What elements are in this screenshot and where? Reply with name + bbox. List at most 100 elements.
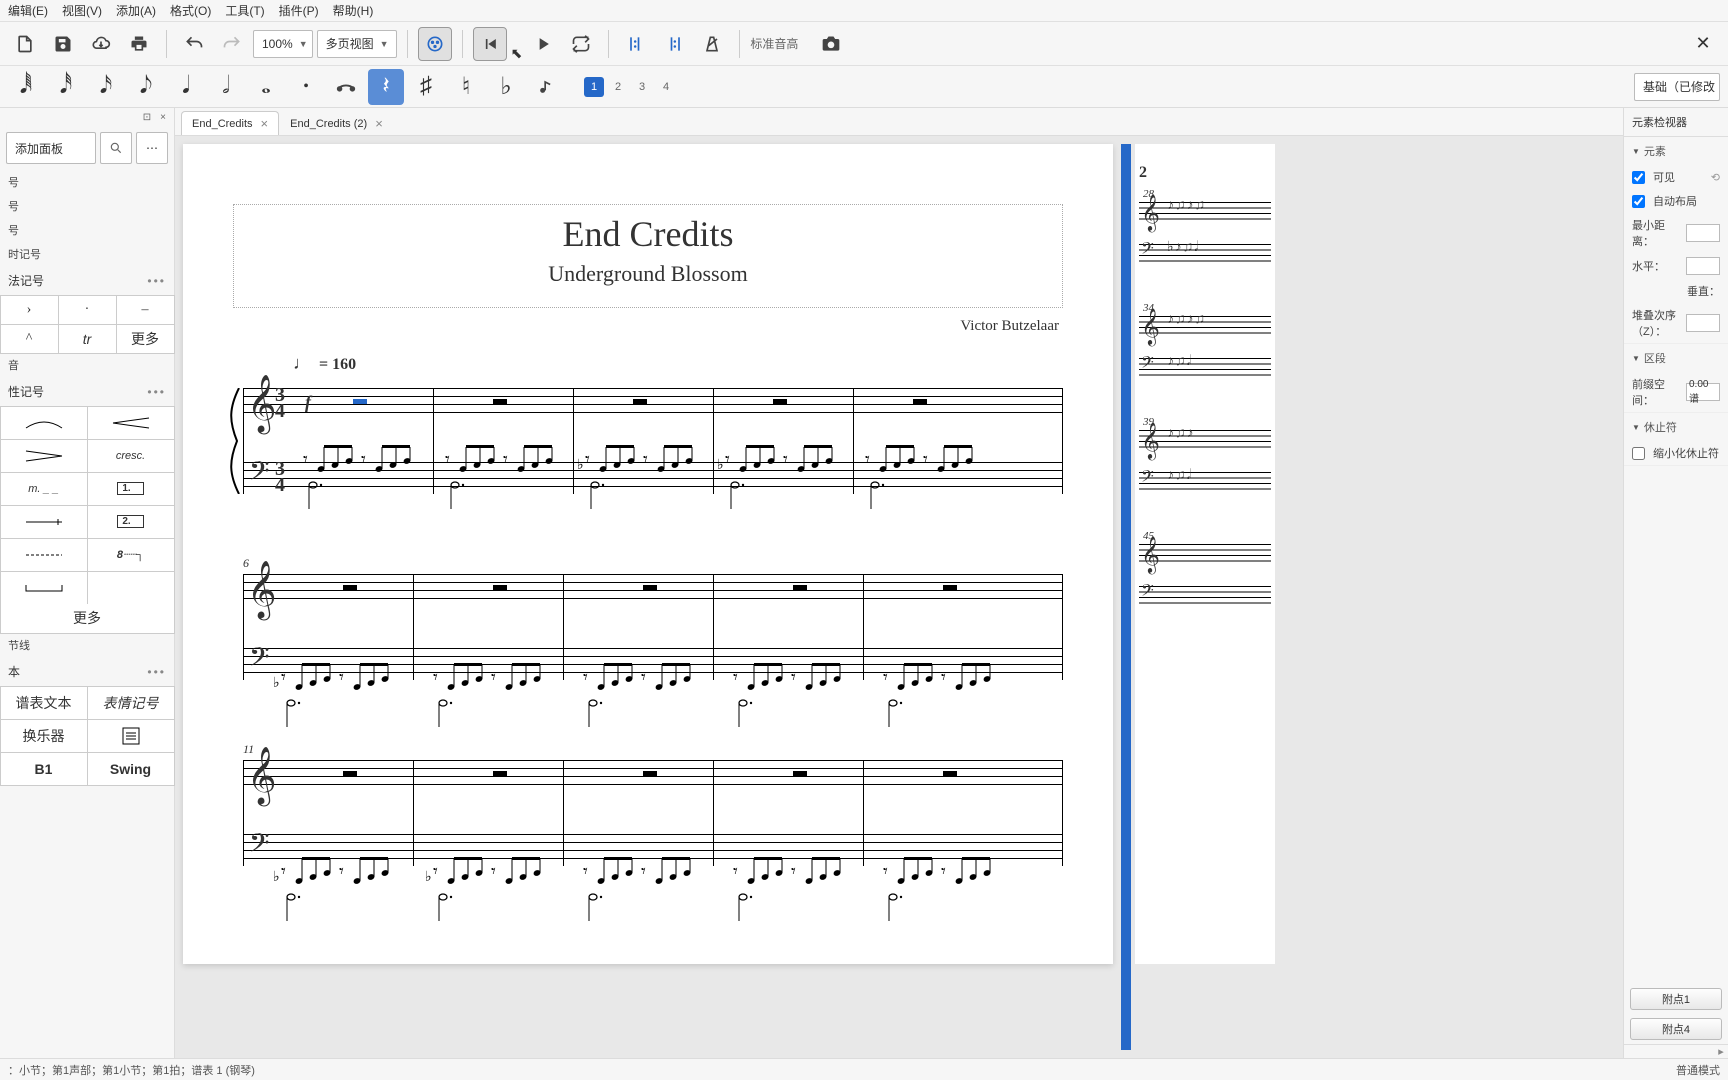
voice-1-button[interactable]: 1 (584, 77, 604, 97)
note-quarter-button[interactable]: 𝅘𝅥 (168, 69, 204, 105)
visible-checkbox[interactable] (1632, 171, 1645, 184)
voice-3-button[interactable]: 3 (632, 77, 652, 97)
search-palette-button[interactable] (100, 132, 132, 164)
cresc-hairpin-cell[interactable] (87, 406, 175, 440)
tenuto-cell[interactable]: – (116, 295, 175, 325)
scroll-right-icon[interactable]: ▸ (1714, 1045, 1728, 1058)
reset-icon[interactable]: ⟲ (1711, 171, 1720, 184)
note-dot-button[interactable]: • (288, 69, 324, 105)
whole-rest[interactable] (633, 399, 647, 404)
save-button[interactable] (46, 27, 80, 61)
palette-barlines[interactable]: 节线 (0, 633, 174, 657)
whole-rest[interactable] (493, 399, 507, 404)
flip-button[interactable] (528, 69, 564, 105)
staff-system-3[interactable]: 11 𝄞 𝄢 (243, 760, 1063, 866)
zorder-field[interactable] (1686, 314, 1720, 332)
instr-change-cell[interactable]: 换乐器 (0, 719, 88, 753)
natural-button[interactable]: ♮ (448, 69, 484, 105)
title-frame[interactable]: End Credits Underground Blossom (233, 204, 1063, 308)
note-8th-button[interactable]: 𝅘𝅥𝅮 (128, 69, 164, 105)
voice-4-button[interactable]: 4 (656, 77, 676, 97)
score-subtitle[interactable]: Underground Blossom (254, 261, 1042, 287)
auto-layout-checkbox[interactable] (1632, 195, 1645, 208)
palette-text[interactable]: 本 (8, 663, 20, 680)
whole-rest[interactable] (913, 399, 927, 404)
dim-text-cell[interactable]: m. _ _ (0, 472, 88, 506)
inspector-rest-section[interactable]: 休止符 (1624, 413, 1728, 441)
dynamic-forte[interactable]: f (305, 392, 311, 413)
print-button[interactable] (122, 27, 156, 61)
cloud-button[interactable] (84, 27, 118, 61)
more-icon[interactable]: ••• (147, 274, 166, 288)
tab-end-credits[interactable]: End_Credits× (181, 111, 279, 135)
dock-icon[interactable]: ⊡ (140, 110, 154, 124)
rewind-button[interactable] (473, 27, 507, 61)
concert-pitch-label[interactable]: 标准音高 (750, 35, 798, 52)
inspector-segment-section[interactable]: 区段 (1624, 344, 1728, 372)
expression-cell[interactable]: 表情记号 (87, 686, 175, 720)
menu-format[interactable]: 格式(O) (170, 2, 211, 19)
zoom-combo[interactable]: 100%▼ (253, 30, 313, 58)
blank-cell[interactable] (87, 571, 175, 605)
close-panel-button[interactable]: ✕ (1686, 27, 1720, 61)
tie-button[interactable] (328, 69, 364, 105)
attach4-button[interactable]: 附点4 (1630, 1018, 1722, 1040)
menu-view[interactable]: 视图(V) (62, 2, 102, 19)
attach1-button[interactable]: 附点1 (1630, 988, 1722, 1010)
line-cell[interactable] (0, 505, 88, 539)
staccato-cell[interactable]: · (58, 295, 117, 325)
slur-cell[interactable] (0, 406, 88, 440)
note-32nd-button[interactable]: 𝅘𝅥𝅰 (48, 69, 84, 105)
menu-plugins[interactable]: 插件(P) (279, 2, 319, 19)
palette-lines[interactable]: 性记号 (8, 383, 44, 400)
palette-tempo[interactable]: 时记号 (0, 242, 174, 266)
marcato-cell[interactable]: ^ (0, 324, 59, 354)
staff-system-2[interactable]: 6 𝄞 𝄢 (243, 574, 1063, 680)
status-mode[interactable]: 普通模式 (1676, 1062, 1720, 1078)
cresc-text-cell[interactable]: cresc. (87, 439, 175, 473)
dashed-cell[interactable] (0, 538, 88, 572)
score-canvas[interactable]: End Credits Underground Blossom Victor B… (175, 136, 1623, 1058)
play-button[interactable] (526, 27, 560, 61)
b1-cell[interactable]: B1 (0, 752, 88, 786)
tab-end-credits-2[interactable]: End_Credits (2)× (279, 111, 394, 135)
note-whole-button[interactable]: 𝅝 (248, 69, 284, 105)
prefix-field[interactable]: 0.00谱 (1686, 383, 1720, 401)
palette-articulations[interactable]: 法记号 (8, 272, 44, 289)
dim-hairpin-cell[interactable] (0, 439, 88, 473)
menu-tools[interactable]: 工具(T) (225, 2, 264, 19)
score-title[interactable]: End Credits (254, 213, 1042, 255)
view-mode-combo[interactable]: 多页视图▼ (317, 30, 397, 58)
tempo-marking[interactable]: = 160 (293, 353, 1083, 374)
composer-text[interactable]: Victor Butzelaar (213, 318, 1059, 335)
hoffset-field[interactable] (1686, 257, 1720, 275)
mindist-field[interactable] (1686, 224, 1720, 242)
volta2-cell[interactable]: 2. (87, 505, 175, 539)
flat-button[interactable]: ♭ (488, 69, 524, 105)
staff-text-cell[interactable]: 谱表文本 (0, 686, 88, 720)
voice-2-button[interactable]: 2 (608, 77, 628, 97)
repeat-end-button[interactable] (657, 27, 691, 61)
new-file-button[interactable] (8, 27, 42, 61)
selected-rest[interactable] (353, 399, 367, 404)
palette-dynamics[interactable]: 音 (0, 353, 174, 377)
add-palette-combo[interactable]: 添加面板 (6, 132, 96, 164)
palette-clefs[interactable]: 号 (0, 170, 174, 194)
loop-button[interactable] (564, 27, 598, 61)
redo-button[interactable] (215, 27, 249, 61)
inspector-element-section[interactable]: 元素 (1624, 137, 1728, 165)
rest-button[interactable]: 𝄽 (368, 69, 404, 105)
close-icon[interactable]: × (375, 116, 383, 131)
metronome-button[interactable] (695, 27, 729, 61)
menu-add[interactable]: 添加(A) (116, 2, 156, 19)
close-icon[interactable]: × (261, 116, 269, 131)
trill-cell[interactable]: tr (58, 324, 117, 354)
palette-toggle-button[interactable] (418, 27, 452, 61)
note-64th-button[interactable]: 𝅘𝅥𝅱 (8, 69, 44, 105)
menu-edit[interactable]: 编辑(E) (8, 2, 48, 19)
accent-cell[interactable]: › (0, 295, 59, 325)
note-16th-button[interactable]: 𝅘𝅥𝅯 (88, 69, 124, 105)
undo-button[interactable] (177, 27, 211, 61)
sharp-button[interactable]: ♯ (408, 69, 444, 105)
small-rest-checkbox[interactable] (1632, 447, 1645, 460)
